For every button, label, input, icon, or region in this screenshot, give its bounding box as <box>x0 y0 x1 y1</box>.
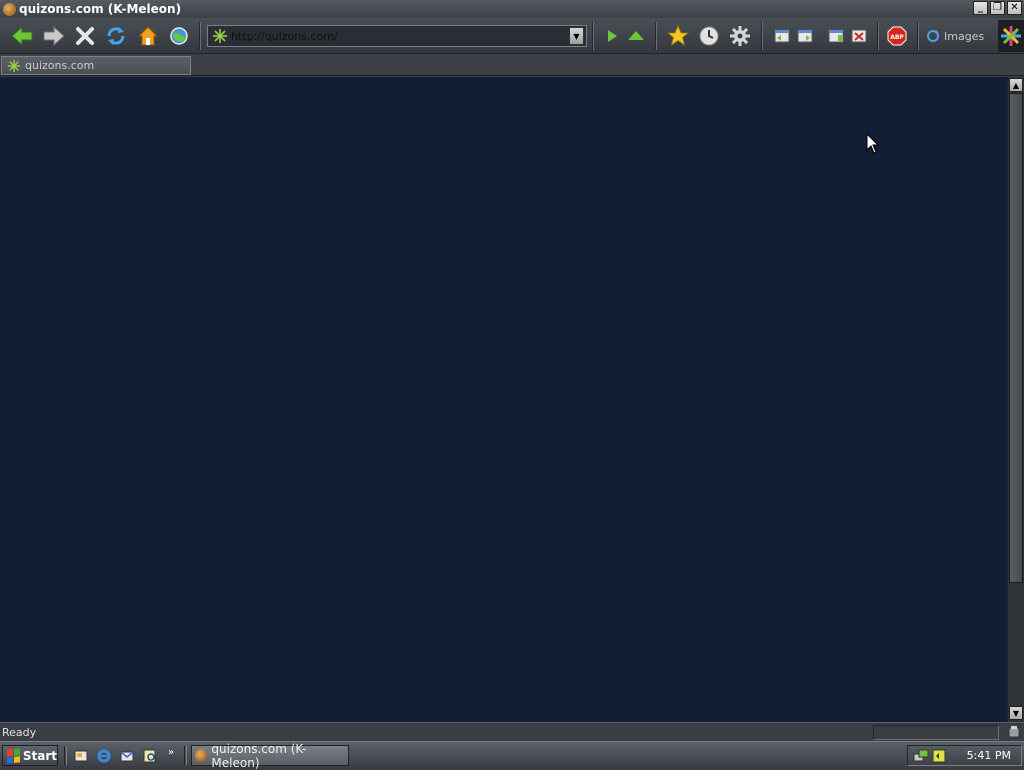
toolbar-separator <box>917 22 919 50</box>
url-dropdown-button[interactable]: ▼ <box>569 27 584 45</box>
restore-button[interactable]: ❐ <box>990 1 1005 15</box>
gear-icon <box>730 26 750 46</box>
windows-logo-icon <box>7 747 20 764</box>
quicklaunch-more-button[interactable]: » <box>168 747 174 758</box>
adblock-button[interactable]: ABP <box>883 22 911 50</box>
show-desktop-icon <box>74 750 87 761</box>
stop-button[interactable] <box>71 22 99 50</box>
site-favicon-icon <box>211 27 229 45</box>
taskbar-item-label: quizons.com (K-Meleon) <box>211 741 307 770</box>
quicklaunch-outlook[interactable] <box>118 747 135 764</box>
images-icon <box>927 30 939 42</box>
close-window-button[interactable] <box>845 22 873 50</box>
window-forward-icon <box>797 29 813 43</box>
page-content[interactable] <box>0 77 1007 722</box>
chevron-up-icon: ▲ <box>1012 80 1020 90</box>
forward-button[interactable] <box>40 22 68 50</box>
quicklaunch-search[interactable] <box>141 747 158 764</box>
internet-explorer-icon <box>97 749 110 762</box>
tab-quizons[interactable]: quizons.com <box>1 56 191 75</box>
up-button[interactable] <box>622 22 650 50</box>
quicklaunch-desktop[interactable] <box>72 747 89 764</box>
kmeleon-app-icon[interactable] <box>3 2 16 16</box>
reload-icon <box>107 27 125 45</box>
reload-button[interactable] <box>102 22 130 50</box>
toolbar-separator <box>877 22 879 50</box>
search-button[interactable] <box>165 22 193 50</box>
volume-icon[interactable] <box>931 748 947 767</box>
close-window-icon <box>851 29 867 43</box>
go-icon <box>608 30 617 42</box>
site-favicon-icon <box>6 58 22 74</box>
new-window-icon <box>828 29 844 43</box>
globe-icon <box>170 27 188 45</box>
status-popup-icon[interactable] <box>1006 725 1022 740</box>
network-icon[interactable] <box>913 748 929 767</box>
svg-text:ABP: ABP <box>890 34 904 41</box>
tab-bar: quizons.com <box>0 55 1024 76</box>
scroll-thumb[interactable] <box>1009 93 1023 583</box>
status-text: Ready <box>2 725 37 739</box>
up-icon <box>628 31 644 40</box>
taskbar-item-kmeleon[interactable]: quizons.com (K-Meleon) <box>191 742 349 770</box>
back-button[interactable] <box>8 22 36 50</box>
mouse-cursor-icon <box>866 132 880 158</box>
vertical-scrollbar[interactable]: ▲ ▼ <box>1007 77 1024 722</box>
toolbar-separator <box>592 22 594 50</box>
navigation-toolbar: http://quizons.com/ ▼ ABP Images <box>0 18 1024 54</box>
window-back-icon <box>774 29 790 43</box>
throbber <box>998 20 1024 52</box>
back-arrow-icon <box>11 25 33 47</box>
images-toggle-button[interactable]: Images <box>926 26 984 46</box>
window-title: quizons.com (K-Meleon) <box>19 2 182 16</box>
url-input[interactable]: http://quizons.com/ <box>229 29 569 43</box>
scroll-up-button[interactable]: ▲ <box>1009 78 1023 92</box>
forward-arrow-icon <box>43 25 65 47</box>
toolbar-separator <box>655 22 657 50</box>
search-icon <box>143 749 155 762</box>
system-tray: 5:41 PM <box>907 745 1022 766</box>
home-button[interactable] <box>134 22 162 50</box>
chevron-down-icon: ▼ <box>573 31 580 41</box>
clock[interactable]: 5:41 PM <box>967 749 1011 762</box>
start-button[interactable]: Start <box>2 745 58 766</box>
quicklaunch-ie[interactable] <box>95 747 112 764</box>
tab-label: quizons.com <box>25 59 95 72</box>
history-button[interactable] <box>695 22 723 50</box>
windows-taskbar: Start » quizons.com (K-Meleon) 5:41 PM <box>0 741 1024 770</box>
layout-forward-button[interactable] <box>791 22 819 50</box>
toolbar-separator <box>199 22 201 50</box>
stop-icon <box>76 27 94 45</box>
title-bar: quizons.com (K-Meleon) _ ❐ ✕ <box>0 0 1024 18</box>
abp-icon: ABP <box>887 26 907 46</box>
taskbar-separator <box>64 746 67 765</box>
history-clock-icon <box>699 26 719 46</box>
close-button[interactable]: ✕ <box>1007 1 1022 15</box>
minimize-button[interactable]: _ <box>973 1 988 15</box>
status-bar: Ready <box>0 722 1024 741</box>
kmeleon-app-icon <box>195 749 208 762</box>
kmeleon-throbber-icon <box>1001 26 1021 46</box>
window-controls: _ ❐ ✕ <box>973 1 1022 15</box>
toolbar-separator <box>761 22 763 50</box>
chevron-down-icon: ▼ <box>1012 708 1020 718</box>
images-label: Images <box>944 29 985 43</box>
preferences-button[interactable] <box>726 22 754 50</box>
url-bar[interactable]: http://quizons.com/ ▼ <box>207 25 587 47</box>
bookmarks-button[interactable] <box>664 22 692 50</box>
scroll-down-button[interactable]: ▼ <box>1009 706 1023 720</box>
outlook-express-icon <box>120 750 133 761</box>
status-progress-panel <box>873 725 999 740</box>
star-icon <box>667 25 689 46</box>
start-label: Start <box>22 748 57 763</box>
taskbar-separator <box>184 746 187 765</box>
home-icon <box>137 26 159 46</box>
